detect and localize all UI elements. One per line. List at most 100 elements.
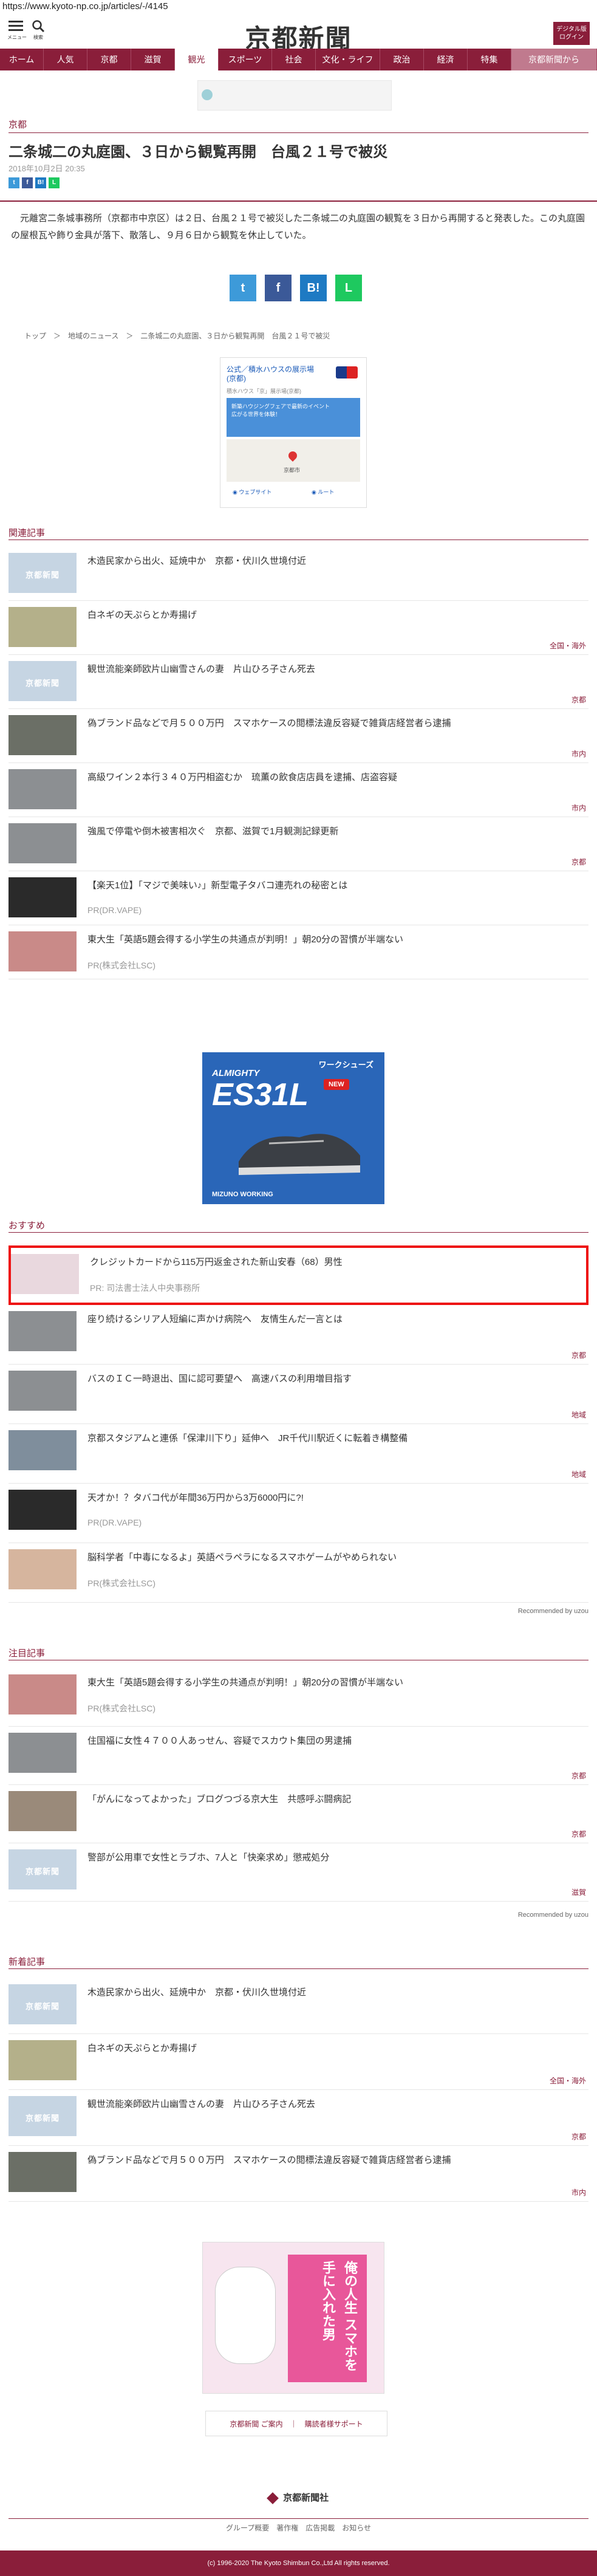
article-thumbnail: 京都新聞 <box>9 1849 77 1889</box>
category-tag[interactable]: 京都 <box>571 1350 586 1360</box>
related-item[interactable]: 白ネギの天ぷらとか寿揚げ全国・海外 <box>9 601 588 655</box>
nav-item[interactable]: 観光 <box>175 49 219 70</box>
category-tag[interactable]: 京都 <box>571 694 586 705</box>
category-tag[interactable]: 京都 <box>571 857 586 867</box>
nav-item[interactable]: 社会 <box>272 49 316 70</box>
nav-item[interactable]: 京都 <box>87 49 131 70</box>
article-link-title[interactable]: 強風で停電や倒木被害相次ぐ 京都、滋賀で1月観測記録更新 <box>87 824 573 837</box>
article-body: 元離宮二条城事務所（京都市中京区）は２日、台風２１号で被災した二条城二の丸庭園の… <box>11 213 585 241</box>
related-item[interactable]: 強風で停電や倒木被害相次ぐ 京都、滋賀で1月観測記録更新京都 <box>9 817 588 871</box>
article-thumbnail <box>9 1490 77 1530</box>
recommend-powered[interactable]: Recommended by uzou <box>518 1608 588 1615</box>
related-item[interactable]: 京都新聞 観世流能楽師欧片山幽雪さんの妻 片山ひろ子さん死去 京都 <box>9 655 588 709</box>
line-share-button[interactable]: L <box>335 275 362 301</box>
route-button[interactable]: ◉ ルート <box>312 488 334 496</box>
twitter-mini-icon[interactable]: t <box>9 177 19 188</box>
attention-item[interactable]: 住国福に女性４７００人あっせん、容疑でスカウト集団の男逮捕京都 <box>9 1727 588 1785</box>
digital-login-button[interactable]: デジタル版 ログイン <box>553 22 590 45</box>
article-category[interactable]: 京都 <box>9 118 27 131</box>
article-link-title[interactable]: 白ネギの天ぷらとか寿揚げ <box>87 2041 573 2054</box>
article-thumbnail <box>9 1311 77 1351</box>
article-link-title[interactable]: 木造民家から出火、延焼中か 京都・伏川久世境付近 <box>87 1985 573 1998</box>
article-link-title[interactable]: 偽ブランド品などで月５００万円 スマホケースの閲標法違反容疑で雑貨店経営者ら逮捕 <box>87 2153 573 2166</box>
manga-ad[interactable]: 俺の人生 スマホを手に入れた男 <box>202 2242 384 2394</box>
article-link-title[interactable]: 観世流能楽師欧片山幽雪さんの妻 片山ひろ子さん死去 <box>87 2097 573 2110</box>
latest-item[interactable]: 京都新聞 観世流能楽師欧片山幽雪さんの妻 片山ひろ子さん死去京都 <box>9 2090 588 2146</box>
footer-nav[interactable]: グループ概要 著作権 広告掲載 お知らせ <box>0 2523 597 2533</box>
article-link-title[interactable]: 京都スタジアムと連係「保津川下り」延伸へ JR千代川駅近くに転着き構整備 <box>87 1431 573 1444</box>
article-link-title[interactable]: 座り続けるシリア人短編に声かけ病院へ 友情生んだ一言とは <box>87 1312 573 1325</box>
breadcrumb[interactable]: トップ ＞ 地域のニュース ＞ 二条城二の丸庭園、３日から観覧再開 台風２１号で… <box>24 331 330 341</box>
hatena-share-button[interactable]: B! <box>300 275 327 301</box>
attention-item[interactable]: 京都新聞 警部が公用車で女性とラブホ、7人と「快楽求め」懲戒処分滋賀 <box>9 1843 588 1902</box>
top-ad[interactable] <box>197 80 392 111</box>
category-tag[interactable]: 全国・海外 <box>550 640 586 651</box>
latest-item[interactable]: 京都新聞 木造民家から出火、延焼中か 京都・伏川久世境付近 <box>9 1978 588 2034</box>
article-link-title[interactable]: 住国福に女性４７００人あっせん、容疑でスカウト集団の男逮捕 <box>87 1734 573 1747</box>
recommend-item[interactable]: 京都スタジアムと連係「保津川下り」延伸へ JR千代川駅近くに転着き構整備地域 <box>9 1424 588 1484</box>
latest-item[interactable]: 白ネギの天ぷらとか寿揚げ全国・海外 <box>9 2034 588 2090</box>
attention-powered[interactable]: Recommended by uzou <box>518 1911 588 1919</box>
nav-item[interactable]: 特集 <box>468 49 511 70</box>
related-item[interactable]: 東大生「英語5題会得する小学生の共通点が判明！」朝20分の習慣が半端ない PR(株… <box>9 925 588 979</box>
nav-item[interactable]: 人気 <box>44 49 87 70</box>
category-tag[interactable]: 市内 <box>571 2187 586 2197</box>
category-tag[interactable]: 全国・海外 <box>550 2075 586 2086</box>
category-tag[interactable]: 滋賀 <box>571 1887 586 1897</box>
line-mini-icon[interactable]: L <box>49 177 60 188</box>
latest-item[interactable]: 偽ブランド品などで月５００万円 スマホケースの閲標法違反容疑で雑貨店経営者ら逮捕… <box>9 2146 588 2202</box>
article-link-title[interactable]: 偽ブランド品などで月５００万円 スマホケースの閲標法違反容疑で雑貨店経営者ら逮捕 <box>87 716 573 729</box>
related-item[interactable]: 【楽天1位】「マジで美味い♪」新型電子タバコ連売れの秘密とは PR(DR.VAPE… <box>9 871 588 925</box>
related-item[interactable]: 高級ワイン２本行３４０万円相盗むか 琉薫の飲食店店員を逮捕、店盗容疑市内 <box>9 763 588 817</box>
category-tag[interactable]: 京都 <box>571 1770 586 1781</box>
nav-item[interactable]: 政治 <box>380 49 424 70</box>
nav-item[interactable]: 経済 <box>424 49 468 70</box>
article-link-title[interactable]: 警部が公用車で女性とラブホ、7人と「快楽求め」懲戒処分 <box>87 1851 573 1863</box>
recommend-item[interactable]: クレジットカードから115万円返金された新山安春（68）男性 PR: 司法書士法人… <box>9 1245 588 1305</box>
map-ad[interactable]: 公式／積水ハウスの展示場 (京都) 積水ハウス「京」展示場(京都) 新築ハウジン… <box>220 357 367 508</box>
category-tag[interactable]: 地域 <box>571 1410 586 1420</box>
article-link-title[interactable]: 白ネギの天ぷらとか寿揚げ <box>87 608 573 621</box>
nav-item[interactable]: 京都新聞から <box>511 49 597 70</box>
attention-item[interactable]: 東大生「英語5題会得する小学生の共通点が判明！」朝20分の習慣が半端ない PR(株… <box>9 1668 588 1727</box>
nav-item[interactable]: ホーム <box>0 49 44 70</box>
article-thumbnail: 京都新聞 <box>9 2096 77 2136</box>
map-ad-title: 公式／積水ハウスの展示場 (京都) <box>227 365 315 383</box>
recommend-item[interactable]: バスのＩＣ一時退出、国に認可要望へ 高速バスの利用増目指す地域 <box>9 1365 588 1424</box>
website-button[interactable]: ◉ ウェブサイト <box>233 488 271 496</box>
facebook-mini-icon[interactable]: f <box>22 177 33 188</box>
footer-logo[interactable]: 京都新聞社 <box>0 2491 597 2504</box>
shoe-ad[interactable]: ワークシューズ ALMIGHTY ES31L NEW MIZUNO WORKIN… <box>202 1052 384 1204</box>
article-thumbnail <box>9 2152 77 2192</box>
related-item[interactable]: 京都新聞 木造民家から出火、延焼中か 京都・伏川久世境付近 <box>9 547 588 601</box>
twitter-share-button[interactable]: t <box>230 275 256 301</box>
article-link-title[interactable]: 「がんになってよかった」ブログつづる京大生 共感呼ぶ闘病記 <box>87 1792 573 1805</box>
nav-item[interactable]: 滋賀 <box>131 49 175 70</box>
category-tag[interactable]: 京都 <box>571 1829 586 1839</box>
nav-item[interactable]: スポーツ <box>219 49 272 70</box>
footer-links[interactable]: 京都新聞 ご案内 ｜ 購読者様サポート <box>205 2411 387 2436</box>
article-link-title[interactable]: バスのＩＣ一時退出、国に認可要望へ 高速バスの利用増目指す <box>87 1372 573 1385</box>
article-link-title[interactable]: 天才か！？タバコ代が年間36万円から3万6000円に?! <box>87 1491 573 1504</box>
article-link-title[interactable]: 【楽天1位】「マジで美味い♪」新型電子タバコ連売れの秘密とは <box>87 879 573 891</box>
recommend-item[interactable]: 座り続けるシリア人短編に声かけ病院へ 友情生んだ一言とは京都 <box>9 1305 588 1365</box>
category-tag[interactable]: 地域 <box>571 1469 586 1479</box>
article-link-title[interactable]: 脳科学者「中毒になるよ」英語ペラペラになるスマホゲームがやめられない <box>87 1550 573 1563</box>
article-link-title[interactable]: クレジットカードから115万円返金された新山安春（68）男性 <box>90 1255 576 1268</box>
hatena-mini-icon[interactable]: B! <box>35 177 46 188</box>
category-tag[interactable]: 京都 <box>571 2131 586 2142</box>
category-tag[interactable]: 市内 <box>571 803 586 813</box>
article-link-title[interactable]: 木造民家から出火、延焼中か 京都・伏川久世境付近 <box>87 554 573 567</box>
article-link-title[interactable]: 観世流能楽師欧片山幽雪さんの妻 片山ひろ子さん死去 <box>87 662 573 675</box>
recommend-item[interactable]: 脳科学者「中毒になるよ」英語ペラペラになるスマホゲームがやめられない PR(株式会… <box>9 1543 588 1603</box>
attention-item[interactable]: 「がんになってよかった」ブログつづる京大生 共感呼ぶ闘病記京都 <box>9 1785 588 1843</box>
nav-item[interactable]: 文化・ライフ <box>316 49 380 70</box>
article-link-title[interactable]: 東大生「英語5題会得する小学生の共通点が判明！」朝20分の習慣が半端ない <box>87 1676 573 1688</box>
category-tag[interactable]: 市内 <box>571 748 586 759</box>
recommend-item[interactable]: 天才か！？タバコ代が年間36万円から3万6000円に?! PR(DR.VAPE) <box>9 1484 588 1543</box>
facebook-share-button[interactable]: f <box>265 275 292 301</box>
shoe-ad-top: ワークシューズ <box>318 1060 374 1069</box>
related-item[interactable]: 偽ブランド品などで月５００万円 スマホケースの閲標法違反容疑で雑貨店経営者ら逮捕… <box>9 709 588 763</box>
article-link-title[interactable]: 東大生「英語5題会得する小学生の共通点が判明！」朝20分の習慣が半端ない <box>87 933 573 945</box>
article-link-title[interactable]: 高級ワイン２本行３４０万円相盗むか 琉薫の飲食店店員を逮捕、店盗容疑 <box>87 770 573 783</box>
